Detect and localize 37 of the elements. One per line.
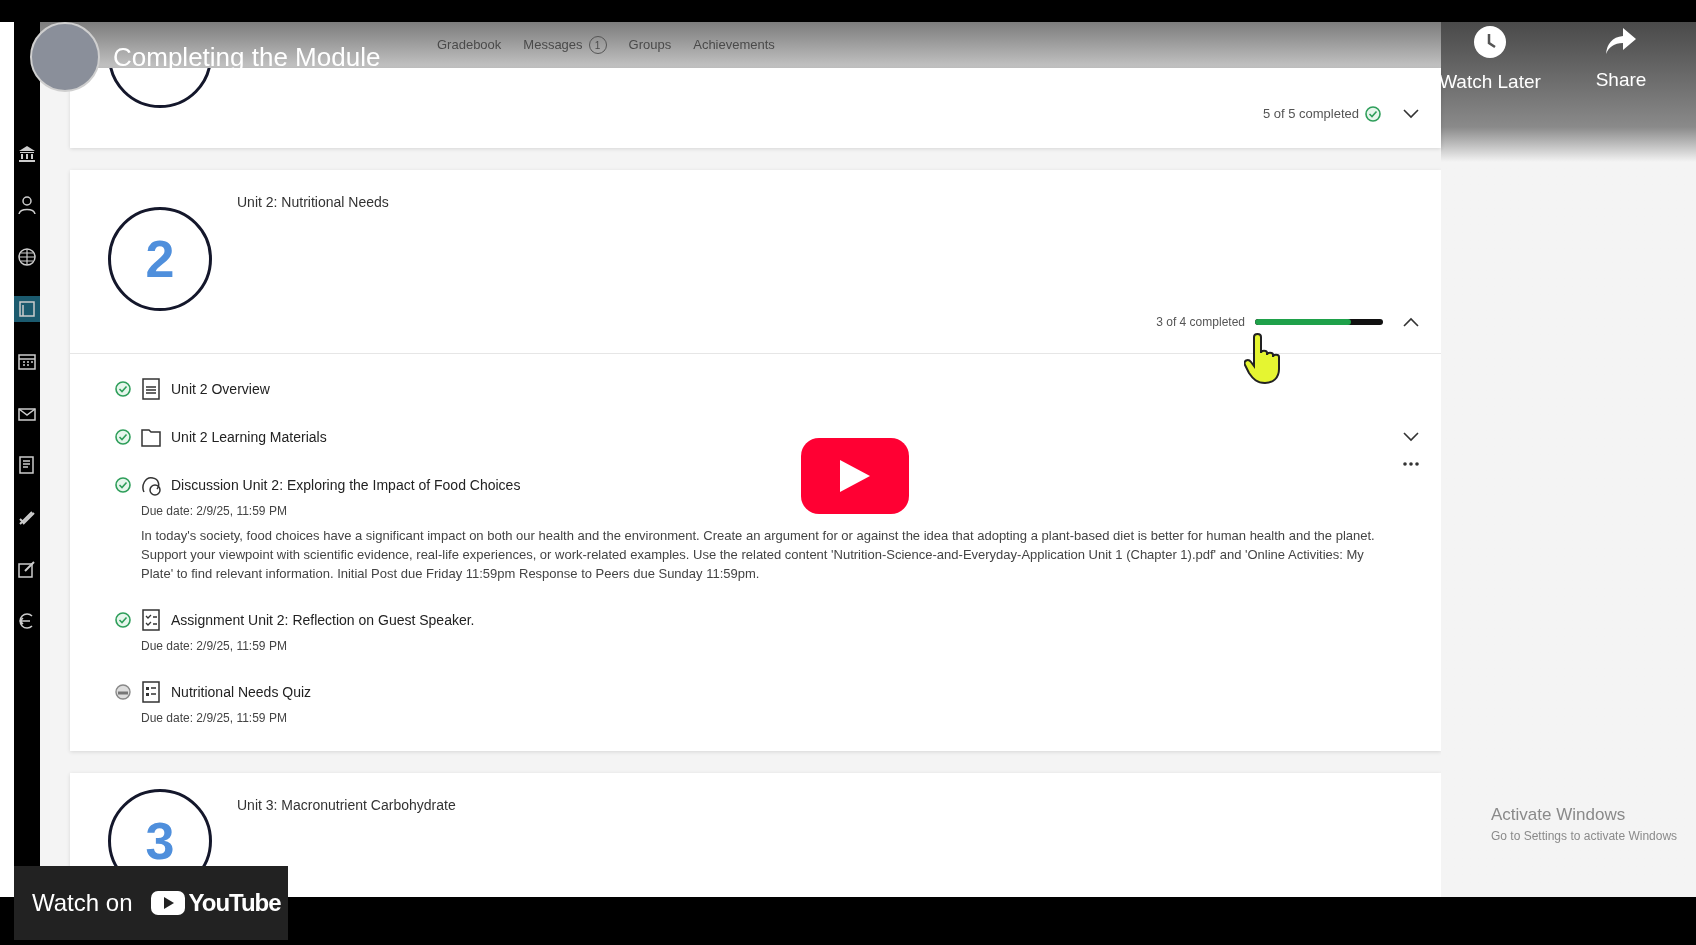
nav-tab[interactable]: Messages 1	[523, 35, 607, 55]
folder-icon	[141, 426, 161, 448]
youtube-logo-icon	[150, 891, 185, 915]
nav-tab[interactable]: Achievements	[693, 35, 775, 55]
more-options-icon[interactable]	[1403, 462, 1419, 466]
due-date: Due date: 2/9/25, 11:59 PM	[140, 710, 288, 727]
watch-on-youtube-link[interactable]: Watch on YouTube	[14, 866, 288, 940]
progress-text: 3 of 4 completed	[1156, 314, 1245, 331]
expand-chevron-icon[interactable]	[1403, 108, 1419, 119]
content-item-link[interactable]: Unit 2 Learning Materials	[171, 426, 327, 448]
content-item-link[interactable]: Assignment Unit 2: Reflection on Guest Speaker.	[171, 609, 475, 631]
module-title: Unit 2: Nutritional Needs	[237, 193, 390, 212]
collapse-chevron-icon[interactable]	[1403, 317, 1419, 327]
module-title: Unit 3: Macronutrient Carbohydrate	[237, 796, 457, 815]
watermark-subtitle: Go to Settings to activate Windows	[1491, 828, 1679, 845]
play-icon	[840, 460, 870, 492]
watermark-title: Activate Windows	[1491, 803, 1627, 826]
expand-chevron-icon[interactable]	[1403, 432, 1419, 442]
progress-text: 5 of 5 completed	[1262, 105, 1359, 123]
document-icon	[141, 378, 161, 400]
item-description: In today's society, food choices have a significant impact on both our health and the environment. Create an argument for or against the idea that adopting a plant-based diet is better for human health and the planet. Support your viewpoint with scientific evidence, real-life experiences, or work-related examples. Use the related content 'Nutrition-Science-and-Everyday-Application Unit 1 (Chapter 1).pdf' and 'Online Activities: My Plate' to find relevant information. Initial Post due Friday 11:59pm Response to Peers due Sunday 11:59pm.	[140, 527, 1376, 583]
clock-icon	[1474, 26, 1506, 58]
checklist-document-icon	[141, 609, 161, 631]
due-date: Due date: 2/9/25, 11:59 PM	[140, 638, 288, 655]
due-date: Due date: 2/9/25, 11:59 PM	[140, 503, 288, 520]
play-button[interactable]	[801, 438, 909, 514]
content-item-link[interactable]: Discussion Unit 2: Exploring the Impact of Food Choices	[171, 474, 521, 496]
quiz-document-icon	[141, 681, 161, 703]
content-item-link[interactable]: Nutritional Needs Quiz	[171, 681, 312, 703]
watch-later-button[interactable]: Watch Later	[1428, 26, 1552, 97]
content-item-link[interactable]: Unit 2 Overview	[171, 378, 270, 400]
share-button[interactable]: Share	[1576, 26, 1666, 95]
video-title: Completing the Module	[113, 41, 381, 74]
nav-tab[interactable]: Gradebook	[437, 35, 502, 55]
chat-bubbles-icon	[141, 474, 161, 496]
share-arrow-icon	[1605, 26, 1637, 56]
nav-tab[interactable]: Groups	[628, 35, 672, 55]
